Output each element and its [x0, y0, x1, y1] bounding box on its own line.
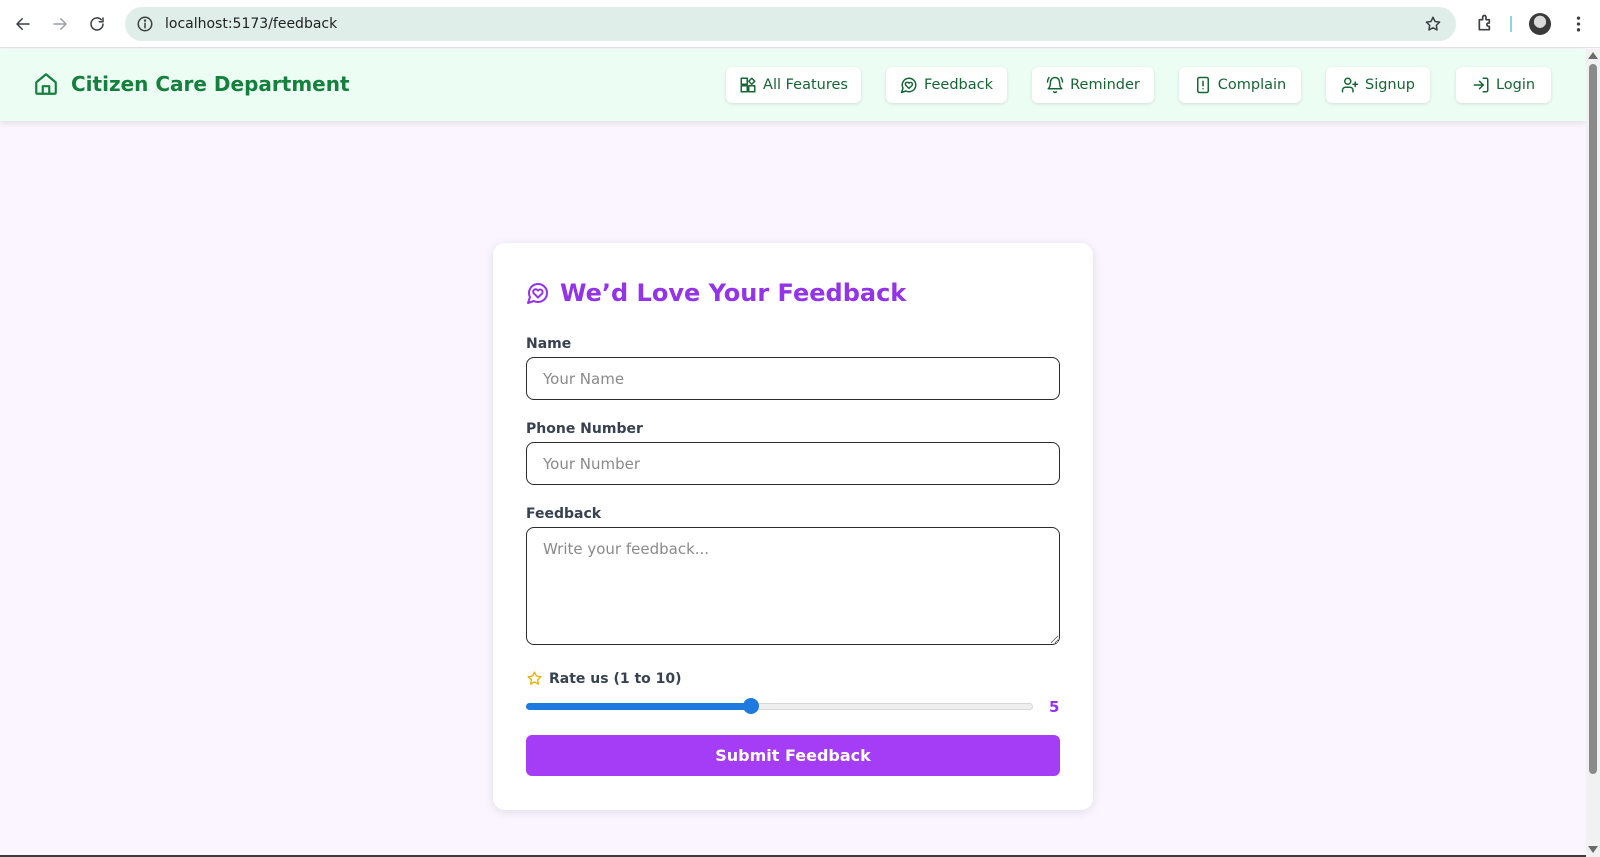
app-header: Citizen Care Department All Features Fee…: [0, 49, 1586, 121]
star-outline-icon: [527, 671, 542, 685]
nav-reminder-button[interactable]: Reminder: [1032, 67, 1154, 103]
nav-all-features-label: All Features: [763, 77, 848, 93]
slider-thumb[interactable]: [743, 698, 759, 714]
scroll-up-arrow-icon[interactable]: [1588, 52, 1598, 59]
rate-row: Rate us (1 to 10): [526, 670, 682, 687]
name-input[interactable]: [526, 357, 1060, 400]
brand[interactable]: Citizen Care Department: [33, 71, 350, 97]
profile-avatar[interactable]: [1529, 13, 1551, 35]
nav-login-button[interactable]: Login: [1456, 67, 1551, 103]
slider-fill: [526, 703, 751, 710]
bookmark-star-icon[interactable]: [1424, 15, 1442, 33]
file-alert-icon: [1196, 76, 1209, 94]
scroll-down-arrow-icon[interactable]: [1588, 846, 1598, 853]
phone-input[interactable]: [526, 442, 1060, 485]
home-icon: [35, 73, 57, 95]
card-title: We’d Love Your Feedback: [526, 279, 906, 307]
nav-all-features-button[interactable]: All Features: [726, 67, 861, 103]
feedback-card: We’d Love Your Feedback Name Phone Numbe…: [493, 243, 1093, 810]
address-bar[interactable]: localhost:5173/feedback: [125, 7, 1456, 41]
submit-feedback-button[interactable]: Submit Feedback: [526, 735, 1060, 776]
nav-login-label: Login: [1495, 77, 1536, 93]
nav-complain-button[interactable]: Complain: [1179, 67, 1301, 103]
site-info-icon[interactable]: [135, 14, 155, 34]
nav-signup-button[interactable]: Signup: [1326, 67, 1430, 103]
user-plus-icon: [1341, 77, 1359, 93]
log-in-icon: [1473, 77, 1489, 93]
scrollbar-thumb[interactable]: [1589, 64, 1597, 774]
brand-title: Citizen Care Department: [71, 72, 350, 96]
widgets-icon: [740, 77, 756, 93]
message-heart-icon: [527, 283, 548, 304]
name-label: Name: [526, 336, 572, 352]
bell-ring-icon: [1046, 76, 1064, 94]
feedback-label: Feedback: [526, 506, 602, 522]
reload-icon[interactable]: [85, 12, 109, 36]
forward-arrow-icon[interactable]: [48, 12, 72, 36]
nav-complain-label: Complain: [1217, 77, 1287, 93]
feedback-textarea[interactable]: [526, 527, 1060, 645]
nav-reminder-label: Reminder: [1070, 77, 1140, 93]
browser-toolbar: localhost:5173/feedback: [0, 0, 1600, 48]
nav-feedback-label: Feedback: [923, 77, 994, 93]
extensions-icon[interactable]: [1476, 13, 1496, 33]
nav-feedback-button[interactable]: Feedback: [886, 67, 1007, 103]
back-arrow-icon[interactable]: [11, 12, 35, 36]
card-title-text: We’d Love Your Feedback: [560, 279, 907, 307]
message-heart-icon: [900, 77, 917, 94]
rate-label: Rate us (1 to 10): [549, 670, 682, 687]
more-menu-icon[interactable]: [1572, 12, 1584, 36]
url-text[interactable]: localhost:5173/feedback: [165, 16, 337, 32]
phone-label: Phone Number: [526, 421, 643, 437]
toolbar-divider: [1510, 16, 1512, 32]
nav-signup-label: Signup: [1364, 77, 1416, 93]
rating-value: 5: [1049, 698, 1060, 716]
rating-slider[interactable]: [526, 698, 1033, 714]
